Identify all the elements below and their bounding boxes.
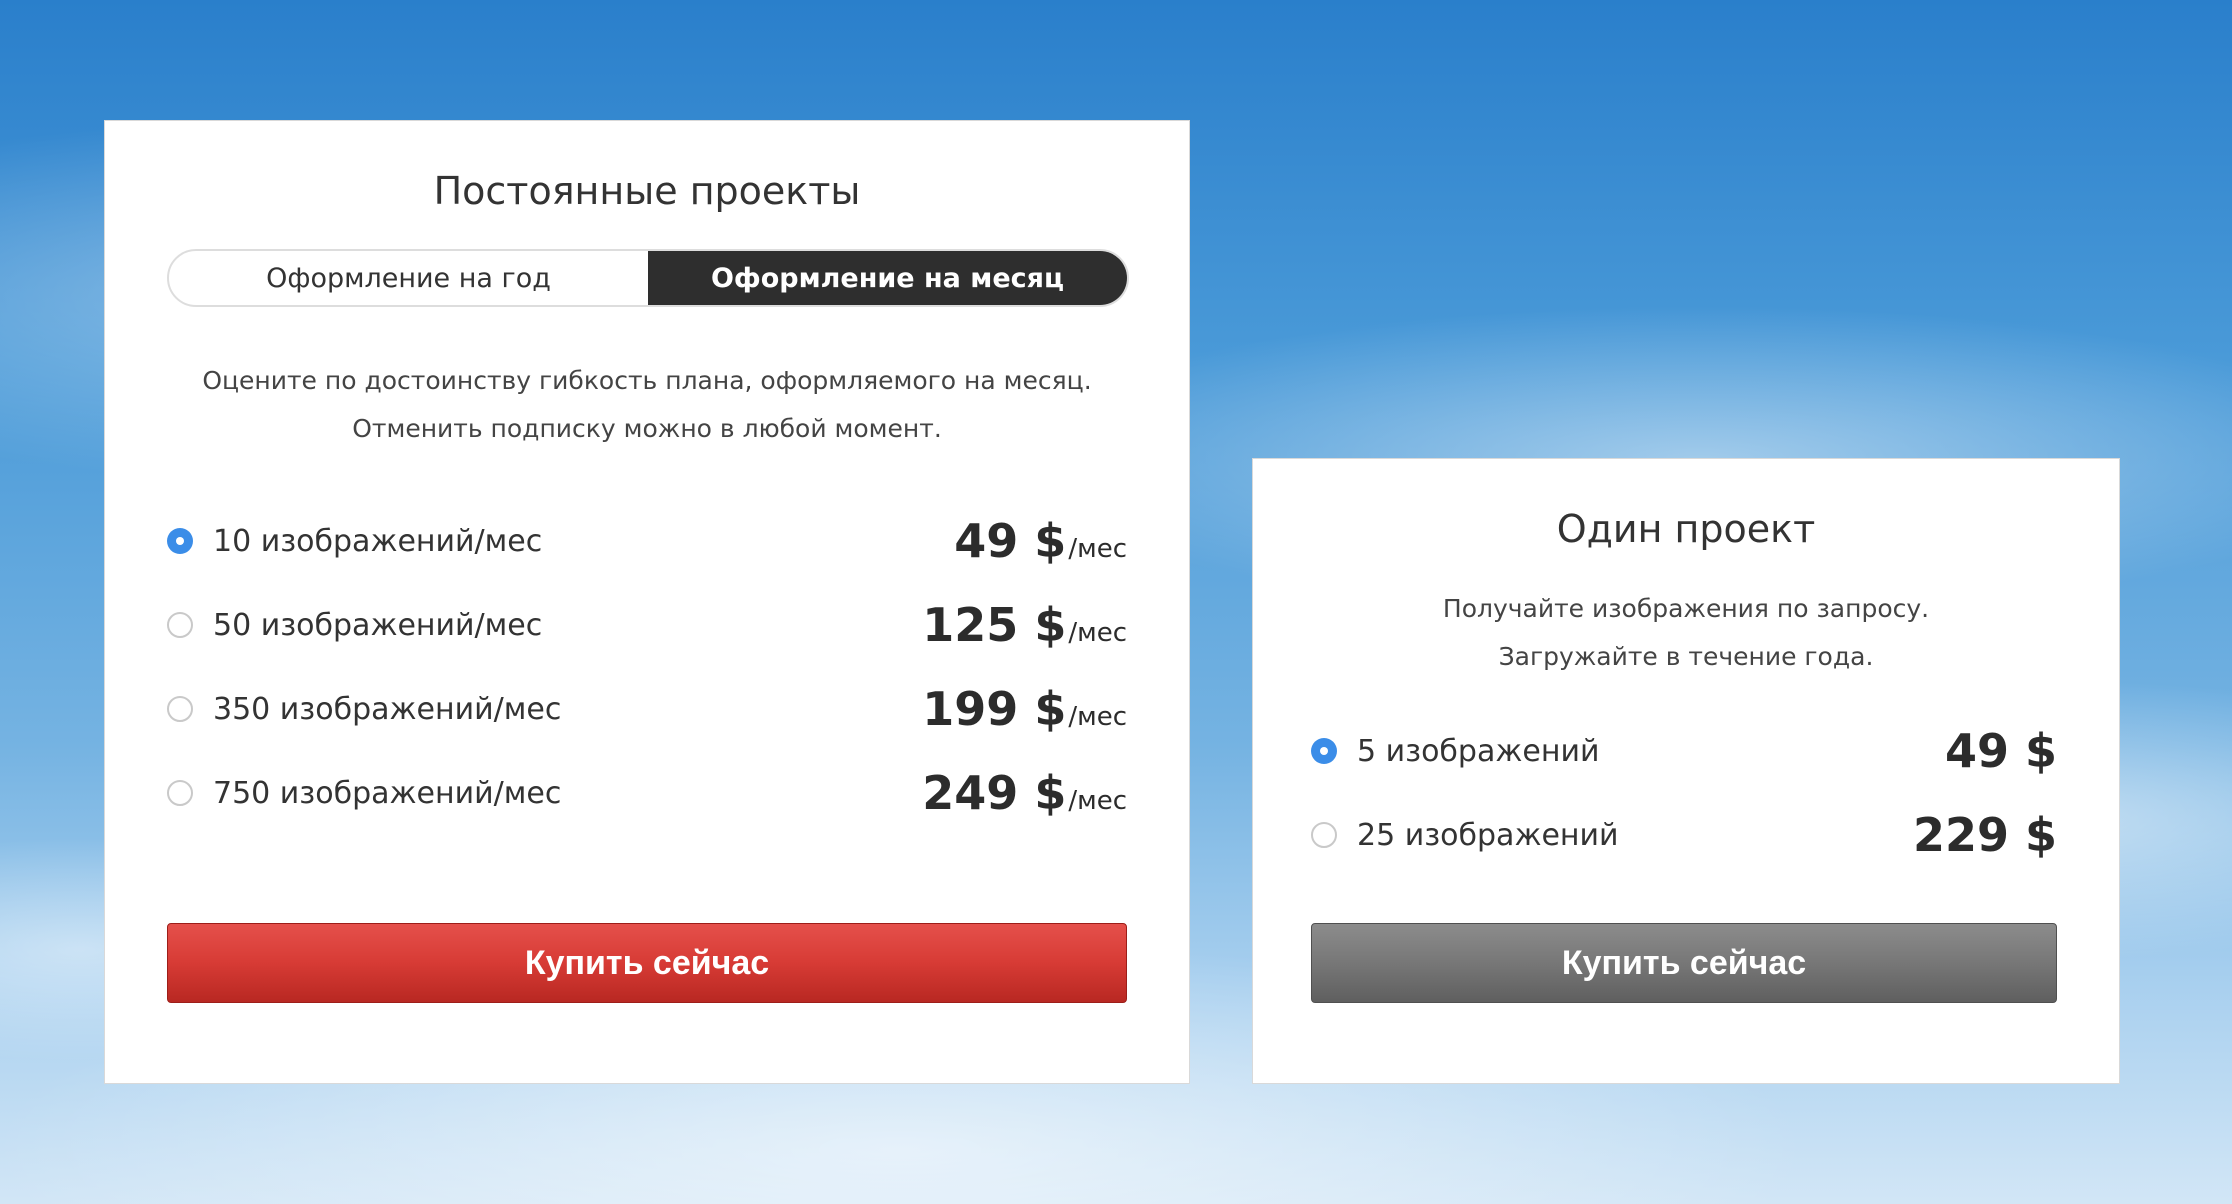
- single-plan-list: 5 изображений 49 $ 25 изображений 229 $: [1311, 709, 2057, 877]
- plan-label: 350 изображений/мес: [213, 691, 562, 727]
- plan-label: 5 изображений: [1357, 733, 1600, 769]
- plan-price: 249 $ /мес: [922, 766, 1127, 820]
- single-description-line-2: Загружайте в течение года.: [1498, 642, 1874, 671]
- plan-label: 50 изображений/мес: [213, 607, 543, 643]
- plan-price: 199 $ /мес: [922, 682, 1127, 736]
- single-description-line-1: Получайте изображения по запросу.: [1442, 594, 1930, 623]
- plan-price: 49 $: [1945, 724, 2057, 778]
- subscription-description-line-1: Оцените по достоинству гибкость плана, о…: [202, 366, 1092, 395]
- plan-price: 229 $: [1913, 808, 2057, 862]
- price-value: 249 $: [922, 766, 1067, 820]
- subscription-card-title: Постоянные проекты: [433, 169, 861, 213]
- toggle-monthly-option[interactable]: Оформление на месяц: [648, 251, 1127, 305]
- price-unit: /мес: [1068, 618, 1127, 648]
- subscription-description: Оцените по достоинству гибкость плана, о…: [105, 357, 1189, 453]
- subscription-description-line-2: Отменить подписку можно в любой момент.: [352, 414, 942, 443]
- radio-button-selected[interactable]: [167, 528, 193, 554]
- plan-option-350[interactable]: 350 изображений/мес 199 $ /мес: [167, 667, 1127, 751]
- single-card-title: Один проект: [1556, 507, 1816, 551]
- radio-button[interactable]: [167, 696, 193, 722]
- toggle-yearly-option[interactable]: Оформление на год: [169, 251, 648, 305]
- radio-button-selected[interactable]: [1311, 738, 1337, 764]
- plan-option-5-images[interactable]: 5 изображений 49 $: [1311, 709, 2057, 793]
- price-value: 199 $: [922, 682, 1067, 736]
- plan-price: 49 $ /мес: [954, 514, 1127, 568]
- single-project-card: Один проект Получайте изображения по зап…: [1252, 458, 2120, 1084]
- price-value: 49 $: [954, 514, 1067, 568]
- single-description: Получайте изображения по запросу. Загруж…: [1253, 585, 2119, 681]
- price-value: 49 $: [1944, 724, 2057, 778]
- plan-option-50[interactable]: 50 изображений/мес 125 $ /мес: [167, 583, 1127, 667]
- plan-option-10[interactable]: 10 изображений/мес 49 $ /мес: [167, 499, 1127, 583]
- plan-option-750[interactable]: 750 изображений/мес 249 $ /мес: [167, 751, 1127, 835]
- price-unit: /мес: [1068, 534, 1127, 564]
- radio-button[interactable]: [1311, 822, 1337, 848]
- plan-label: 10 изображений/мес: [213, 523, 543, 559]
- price-value: 229 $: [1912, 808, 2057, 862]
- plan-option-left: 5 изображений: [1311, 734, 1599, 769]
- plan-option-left: 750 изображений/мес: [167, 776, 561, 811]
- price-unit: /мес: [1068, 702, 1127, 732]
- radio-button[interactable]: [167, 780, 193, 806]
- buy-now-button-single[interactable]: Купить сейчас: [1311, 923, 2057, 1003]
- price-value: 125 $: [922, 598, 1067, 652]
- subscription-plans-card: Постоянные проекты Оформление на год Офо…: [104, 120, 1190, 1084]
- plan-price: 125 $ /мес: [922, 598, 1127, 652]
- price-unit: /мес: [1068, 786, 1127, 816]
- radio-button[interactable]: [167, 612, 193, 638]
- plan-option-25-images[interactable]: 25 изображений 229 $: [1311, 793, 2057, 877]
- plan-label: 25 изображений: [1357, 817, 1619, 853]
- plan-option-left: 350 изображений/мес: [167, 692, 561, 727]
- plan-option-left: 10 изображений/мес: [167, 524, 542, 559]
- plan-option-left: 50 изображений/мес: [167, 608, 542, 643]
- billing-period-toggle: Оформление на год Оформление на месяц: [167, 249, 1129, 307]
- buy-now-button[interactable]: Купить сейчас: [167, 923, 1127, 1003]
- plan-label: 750 изображений/мес: [213, 775, 562, 811]
- subscription-plan-list: 10 изображений/мес 49 $ /мес 50 изображе…: [167, 499, 1127, 835]
- plan-option-left: 25 изображений: [1311, 818, 1619, 853]
